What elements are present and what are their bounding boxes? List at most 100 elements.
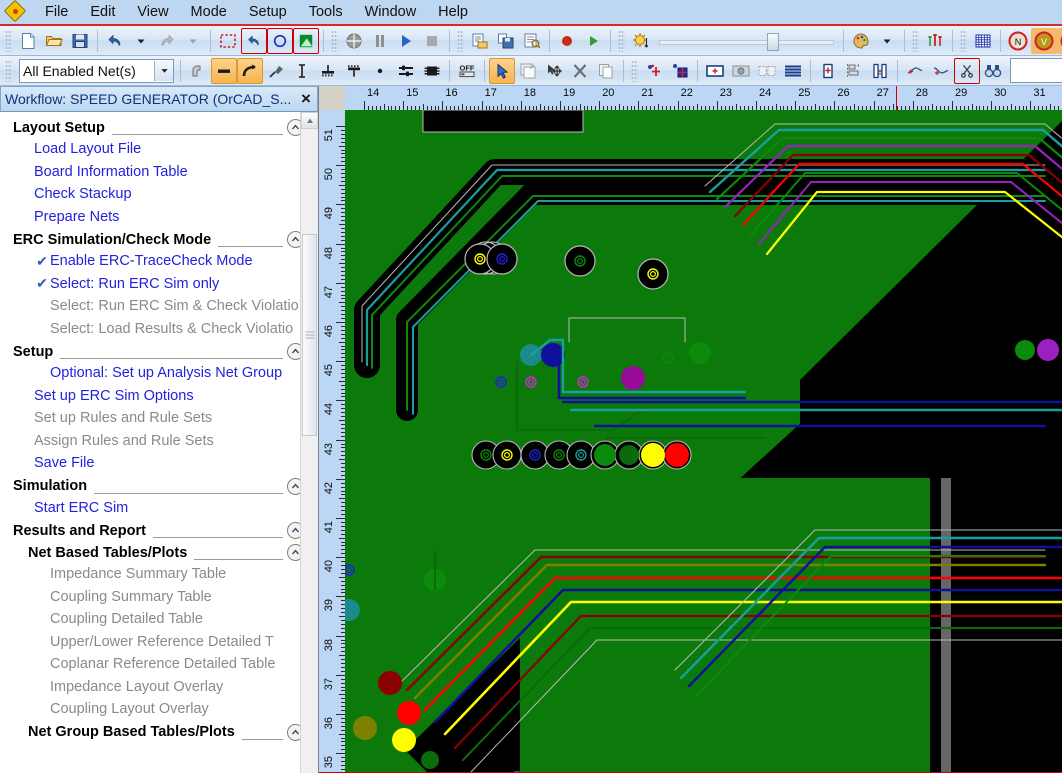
toolbar-grip[interactable] — [631, 59, 638, 82]
menu-window[interactable]: Window — [354, 1, 428, 23]
pair-button[interactable] — [867, 58, 893, 84]
workflow-item-save-file[interactable]: Save File — [0, 452, 318, 475]
duplicate-button[interactable] — [593, 58, 619, 84]
workflow-section-setup[interactable]: Setup — [0, 340, 318, 362]
toolbar-grip[interactable] — [618, 29, 625, 52]
workflow-item-set-up-erc-sim-options[interactable]: Set up ERC Sim Options — [0, 385, 318, 408]
differential-pair-button[interactable] — [393, 58, 419, 84]
toolbar-grip[interactable] — [5, 29, 12, 52]
menu-edit[interactable]: Edit — [79, 1, 126, 23]
image-capture-button[interactable] — [728, 58, 754, 84]
workflow-section-layout-setup[interactable]: Layout Setup — [0, 116, 318, 138]
off-toggle-button[interactable]: OFF — [454, 58, 480, 84]
workflow-section-net-based-tables-plots[interactable]: Net Based Tables/Plots — [0, 541, 318, 563]
menu-help[interactable]: Help — [427, 1, 479, 23]
workflow-item-enable-erc-tracecheck-mode[interactable]: ✔ Enable ERC-TraceCheck Mode — [0, 250, 318, 273]
curve-rise-button[interactable] — [902, 58, 928, 84]
select-pointer-button[interactable] — [489, 57, 515, 84]
move-button[interactable] — [541, 58, 567, 84]
workflow-section-simulation[interactable]: Simulation — [0, 475, 318, 497]
scrollbar-thumb[interactable] — [302, 234, 317, 436]
pcb-layout-view[interactable] — [345, 110, 1062, 773]
net-filter-combo[interactable]: All Enabled Net(s) — [19, 58, 174, 83]
trace-curve-button[interactable] — [237, 57, 263, 84]
open-file-button[interactable] — [41, 28, 67, 54]
search-input[interactable] — [1010, 58, 1062, 83]
new-file-button[interactable] — [15, 28, 41, 54]
undo-dropdown-button[interactable] — [128, 28, 154, 54]
menu-setup[interactable]: Setup — [238, 1, 298, 23]
menu-tools[interactable]: Tools — [298, 1, 354, 23]
cut-button[interactable] — [954, 57, 980, 84]
copy-file-button[interactable] — [493, 28, 519, 54]
workflow-item-load-layout-file[interactable]: Load Layout File — [0, 138, 318, 161]
edit-properties-button[interactable] — [515, 58, 541, 84]
palette-dropdown-button[interactable] — [874, 28, 900, 54]
menu-mode[interactable]: Mode — [180, 1, 238, 23]
trace-segment-button[interactable] — [211, 57, 237, 84]
menu-view[interactable]: View — [126, 1, 179, 23]
toolbar-grip[interactable] — [457, 29, 464, 52]
workflow-item-select-run-erc-sim-only[interactable]: ✔ Select: Run ERC Sim only — [0, 273, 318, 296]
workflow-item-check-stackup[interactable]: Check Stackup — [0, 183, 318, 206]
single-point-button[interactable] — [367, 58, 393, 84]
open-report-button[interactable] — [467, 28, 493, 54]
add-window-button[interactable] — [702, 58, 728, 84]
component-button[interactable] — [419, 58, 445, 84]
toolbar-grip[interactable] — [960, 29, 967, 52]
insert-column-button[interactable] — [815, 58, 841, 84]
record-button[interactable] — [554, 28, 580, 54]
detail-slider[interactable] — [659, 32, 834, 51]
zoom-in-button[interactable] — [293, 27, 319, 54]
workflow-item-board-information-table[interactable]: Board Information Table — [0, 161, 318, 184]
pin-tool-button[interactable] — [922, 28, 948, 54]
play-button[interactable] — [393, 28, 419, 54]
zoom-fit-button[interactable] — [267, 27, 293, 54]
trace-tail-button[interactable] — [263, 58, 289, 84]
delete-button[interactable] — [567, 58, 593, 84]
split-view-button[interactable] — [754, 58, 780, 84]
redo-dropdown-button[interactable] — [180, 28, 206, 54]
save-file-button[interactable] — [67, 28, 93, 54]
layer-n2-button[interactable]: N — [1057, 27, 1062, 54]
workflow-item-prepare-nets[interactable]: Prepare Nets — [0, 206, 318, 229]
stackup-bottom-button[interactable] — [341, 58, 367, 84]
layer-n-button[interactable]: N — [1005, 28, 1031, 54]
via-height-button[interactable] — [289, 58, 315, 84]
chevron-down-icon[interactable] — [154, 60, 173, 81]
zoom-previous-button[interactable] — [241, 27, 267, 54]
trace-corner-button[interactable] — [185, 58, 211, 84]
run-script-button[interactable] — [580, 28, 606, 54]
menu-file[interactable]: File — [34, 1, 79, 23]
toolbar-grip[interactable] — [331, 29, 338, 52]
workflow-section-net-group-based-tables-plots[interactable]: Net Group Based Tables/Plots — [0, 721, 318, 743]
net-color-palette-button[interactable] — [848, 28, 874, 54]
toolbar-grip[interactable] — [912, 29, 919, 52]
close-icon[interactable]: × — [295, 88, 317, 110]
curve-fall-button[interactable] — [928, 58, 954, 84]
toolbar-grip[interactable] — [5, 59, 12, 82]
find-button[interactable] — [980, 58, 1006, 84]
layer-v-button[interactable]: V — [1031, 27, 1057, 54]
workflow-item-start-erc-sim[interactable]: Start ERC Sim — [0, 497, 318, 520]
workflow-item-optional-set-up-analysis-net-group[interactable]: Optional: Set up Analysis Net Group — [0, 362, 318, 385]
zoom-area-button[interactable] — [215, 28, 241, 54]
setup-sun-button[interactable] — [628, 28, 654, 54]
layout-canvas-area[interactable]: 14151617181920212223242526272829303132 5… — [319, 86, 1062, 773]
align-button[interactable] — [841, 58, 867, 84]
stackup-top-button[interactable] — [315, 58, 341, 84]
redo-button[interactable] — [154, 28, 180, 54]
workflow-section-erc-simulation-check-mode[interactable]: ERC Simulation/Check Mode — [0, 228, 318, 250]
color-visibility-button[interactable] — [341, 28, 367, 54]
add-probe-button[interactable] — [667, 58, 693, 84]
grid-toggle-button[interactable] — [970, 28, 996, 54]
stop-button[interactable] — [419, 28, 445, 54]
pause-button[interactable] — [367, 28, 393, 54]
scroll-up-arrow-icon[interactable] — [301, 112, 318, 129]
undo-button[interactable] — [102, 28, 128, 54]
workflow-section-results-and-report[interactable]: Results and Report — [0, 519, 318, 541]
layers-button[interactable] — [780, 58, 806, 84]
search-file-button[interactable] — [519, 28, 545, 54]
add-marker-button[interactable] — [641, 58, 667, 84]
panel-vertical-scrollbar[interactable] — [300, 112, 318, 773]
